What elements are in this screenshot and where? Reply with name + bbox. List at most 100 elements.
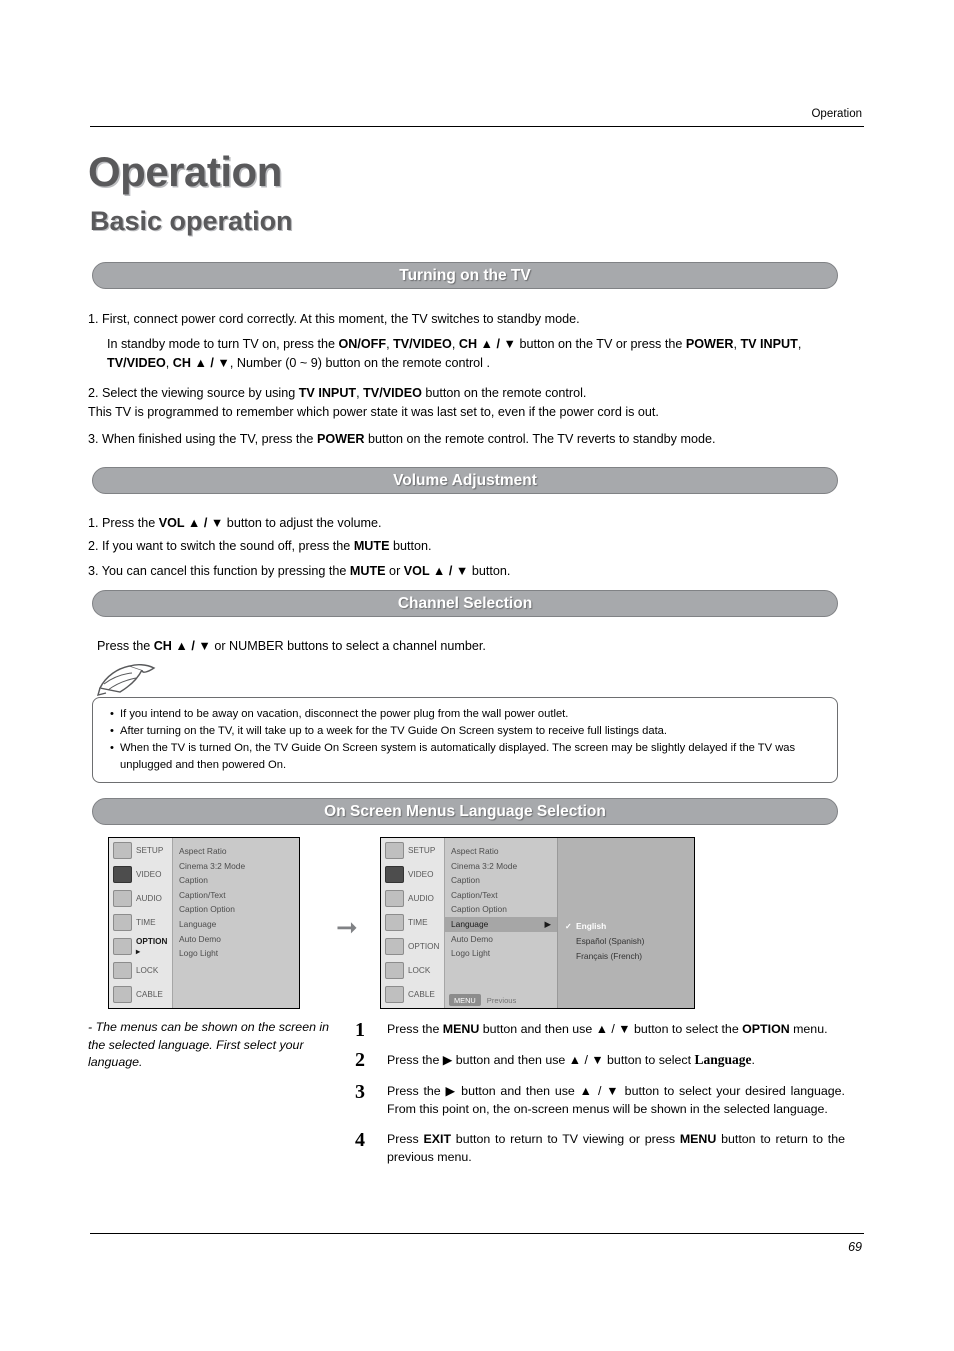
language-step-1-text: Press the MENU button and then use ▲ / ▼…: [387, 1022, 828, 1036]
running-head: Operation: [811, 108, 862, 120]
osd-right-option-item[interactable]: Auto Demo: [445, 932, 557, 947]
osd-left-menu-option-label: OPTION ▸: [136, 936, 168, 956]
osd-right-option-item[interactable]: Logo Light: [445, 946, 557, 961]
turning-on-item-2-number: 2.: [88, 386, 99, 400]
language-option-spanish[interactable]: Español (Spanish): [558, 934, 694, 949]
osd-left-option-item[interactable]: Caption: [173, 873, 299, 888]
clock-icon: [385, 913, 404, 931]
setup-icon: [385, 841, 404, 859]
chevron-right-icon: ▶: [544, 918, 551, 929]
previous-label: Previous: [486, 995, 517, 1005]
osd-right-menu-option[interactable]: OPTION: [381, 934, 444, 958]
turning-on-item-1-detail: In standby mode to turn TV on, press the…: [107, 335, 847, 373]
manual-page: Operation Operation Basic operation Turn…: [0, 0, 954, 1351]
bullet-marker: •: [110, 708, 114, 720]
volume-item-2-number: 2.: [88, 539, 99, 553]
osd-right-option-item[interactable]: Caption Option: [445, 902, 557, 917]
menu-button[interactable]: MENU: [449, 994, 481, 1006]
language-step-3-number: 3: [355, 1080, 365, 1103]
language-step-2-text: Press the ▶ button and then use ▲ / ▼ bu…: [387, 1052, 755, 1068]
language-option-spanish-label: Español (Spanish): [576, 936, 645, 946]
page-title: Operation: [88, 148, 282, 195]
language-step-1-number: 1: [355, 1019, 365, 1041]
osd-right-menu-setup-label: SETUP: [408, 845, 436, 855]
osd-left-menu-video[interactable]: VIDEO: [109, 862, 172, 886]
language-option-english[interactable]: ✓ English: [558, 919, 694, 934]
osd-left-menu-time-label: TIME: [136, 917, 156, 927]
audio-icon: [113, 889, 132, 907]
video-icon: [385, 865, 404, 883]
osd-right-option-item-language[interactable]: Language ▶: [445, 916, 557, 932]
banner-turning-on-the-tv: Turning on the TV: [92, 262, 838, 289]
osd-left-option-item[interactable]: Cinema 3:2 Mode: [173, 859, 299, 874]
option-icon: [385, 937, 404, 955]
audio-icon: [385, 889, 404, 907]
setup-icon: [113, 841, 132, 859]
volume-item-2: 2. If you want to switch the sound off, …: [88, 537, 848, 556]
osd-left-option-item[interactable]: Aspect Ratio: [173, 844, 299, 859]
osd-right-menu-lock[interactable]: LOCK: [381, 958, 444, 982]
turning-on-item-3-number: 3.: [88, 432, 99, 446]
osd-left-menu-lock-label: LOCK: [136, 965, 159, 975]
osd-right-menu-cable-label: CABLE: [408, 989, 435, 999]
language-step-4-text: Press EXIT button to return to TV viewin…: [387, 1132, 845, 1165]
turning-on-item-2-text: Select the viewing source by using TV IN…: [88, 386, 659, 419]
osd-left-option-item[interactable]: Auto Demo: [173, 932, 299, 947]
osd-right-menu-cable[interactable]: CABLE: [381, 982, 444, 1006]
lock-icon: [385, 961, 404, 979]
volume-item-1: 1. Press the VOL ▲ / ▼ button to adjust …: [88, 514, 848, 533]
osd-left-menu-cable-label: CABLE: [136, 989, 163, 999]
osd-left-menu-setup[interactable]: SETUP: [109, 838, 172, 862]
language-caption: - The menus can be shown on the screen i…: [88, 1020, 330, 1070]
note-bullet-list: • If you intend to be away on vacation, d…: [110, 706, 830, 774]
osd-right-menu-option-label: OPTION: [408, 941, 440, 951]
osd-right-option-item[interactable]: Caption: [445, 873, 557, 888]
language-step-4: 4 Press EXIT button to return to TV view…: [355, 1129, 845, 1166]
osd-right-menu-audio[interactable]: AUDIO: [381, 886, 444, 910]
language-step-2: 2 Press the ▶ button and then use ▲ / ▼ …: [355, 1049, 845, 1071]
osd-left-option-item[interactable]: Logo Light: [173, 946, 299, 961]
volume-item-3-number: 3.: [88, 564, 99, 578]
note-bullet-1: • If you intend to be away on vacation, d…: [110, 706, 830, 723]
osd-left-menu-option[interactable]: OPTION ▸: [109, 934, 172, 958]
osd-left-option-item[interactable]: Language: [173, 917, 299, 932]
osd-right-menu-time[interactable]: TIME: [381, 910, 444, 934]
turning-on-item-1: 1. First, connect power cord correctly. …: [88, 310, 848, 329]
language-step-1: 1 Press the MENU button and then use ▲ /…: [355, 1019, 845, 1041]
osd-right-menu-video[interactable]: VIDEO: [381, 862, 444, 886]
footer-rule: [90, 1233, 864, 1234]
volume-item-1-text: Press the VOL ▲ / ▼ button to adjust the…: [102, 516, 382, 530]
osd-right-menu-audio-label: AUDIO: [408, 893, 434, 903]
lock-icon: [113, 961, 132, 979]
osd-right-menu-setup[interactable]: SETUP: [381, 838, 444, 862]
osd-left-menu-lock[interactable]: LOCK: [109, 958, 172, 982]
note-bullet-3: • When the TV is turned On, the TV Guide …: [110, 742, 796, 772]
osd-left-menu-audio-label: AUDIO: [136, 893, 162, 903]
osd-left-menu-setup-label: SETUP: [136, 845, 164, 855]
osd-left-option-list: Aspect Ratio Cinema 3:2 Mode Caption Cap…: [173, 838, 299, 1008]
header-rule: [90, 126, 864, 127]
language-option-french[interactable]: Français (French): [558, 949, 694, 964]
turning-on-item-2: 2. Select the viewing source by using TV…: [88, 384, 848, 422]
language-step-4-number: 4: [355, 1129, 365, 1152]
osd-left-menu-column: SETUP VIDEO AUDIO TIME OPTION ▸ LOCK CAB…: [109, 838, 173, 1008]
progress-arrow-icon: ➞: [336, 912, 358, 942]
osd-left-option-item[interactable]: Caption/Text: [173, 888, 299, 903]
osd-right-option-item[interactable]: Cinema 3:2 Mode: [445, 859, 557, 874]
osd-left-menu-audio[interactable]: AUDIO: [109, 886, 172, 910]
osd-right-option-item[interactable]: Aspect Ratio: [445, 844, 557, 859]
osd-left-option-item[interactable]: Caption Option: [173, 902, 299, 917]
osd-right-option-item[interactable]: Caption/Text: [445, 888, 557, 903]
cable-icon: [113, 985, 132, 1003]
channel-selection-text-inner: Press the CH ▲ / ▼ or NUMBER buttons to …: [97, 639, 486, 653]
osd-left-menu-video-label: VIDEO: [136, 869, 162, 879]
volume-item-3: 3. You can cancel this function by press…: [88, 562, 848, 581]
osd-screen-right: SETUP VIDEO AUDIO TIME OPTION LOCK CABLE…: [380, 837, 695, 1009]
turning-on-item-1-detail-text: In standby mode to turn TV on, press the…: [107, 337, 802, 370]
osd-left-menu-cable[interactable]: CABLE: [109, 982, 172, 1006]
clock-icon: [113, 913, 132, 931]
osd-right-menu-column: SETUP VIDEO AUDIO TIME OPTION LOCK CABLE: [381, 838, 445, 1008]
page-subtitle: Basic operation: [90, 206, 293, 236]
osd-left-menu-time[interactable]: TIME: [109, 910, 172, 934]
language-option-english-label: English: [576, 921, 607, 931]
